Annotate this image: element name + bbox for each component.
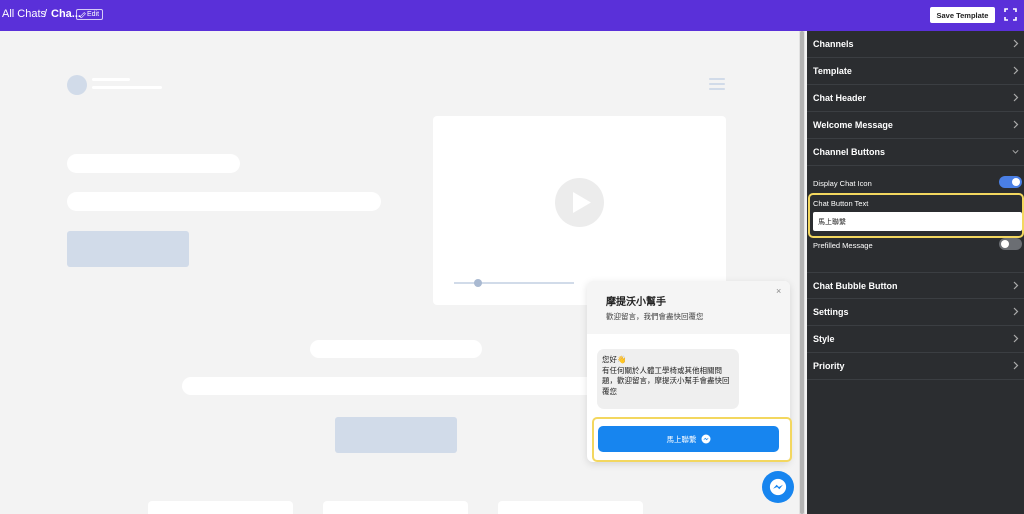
section-label: Channel Buttons [813,147,885,157]
progress-knob [474,279,482,287]
play-icon [555,178,604,227]
breadcrumb-separator: / [44,8,48,20]
hamburger-icon [709,78,725,91]
contact-now-label: 馬上聯繫 [666,434,697,444]
chevron-right-icon [1013,93,1019,102]
placeholder-card [148,501,293,514]
section-channel-buttons[interactable]: Channel Buttons [807,139,1024,166]
messenger-icon [769,478,787,496]
chevron-right-icon [1013,307,1019,316]
section-label: Channels [813,39,854,49]
toggle-knob [1012,178,1020,186]
top-bar: All Chats / Cha... Edit Save Template [0,0,1024,31]
section-label: Welcome Message [813,120,893,130]
section-welcome-message[interactable]: Welcome Message [807,112,1024,139]
display-chat-icon-toggle[interactable] [999,176,1022,188]
section-settings[interactable]: Settings [807,299,1024,326]
placeholder-text [67,192,381,211]
placeholder-logo [67,75,87,95]
chat-bubble-fab[interactable] [762,471,794,503]
chat-widget-header: 摩提沃小幫手 歡迎留言，我們會盡快回覆您 × [587,281,790,334]
placeholder-heading [67,154,240,173]
section-style[interactable]: Style [807,326,1024,353]
section-template[interactable]: Template [807,58,1024,85]
welcome-message-text: 有任何關於人體工學椅或其他相關問題，歡迎留言，摩提沃小幫手會盡快回覆您 [602,365,730,396]
preview-scrollbar[interactable] [799,31,805,514]
chevron-down-icon [1012,150,1019,154]
section-channels[interactable]: Channels [807,31,1024,58]
fullscreen-icon[interactable] [1004,8,1017,21]
placeholder-heading [310,340,482,358]
toggle-knob [1001,240,1009,248]
scrollbar-thumb[interactable] [800,31,804,514]
chat-button-text-label: Chat Button Text [813,199,869,208]
edit-icon [80,11,86,18]
placeholder-card [498,501,643,514]
chevron-right-icon [1013,361,1019,370]
section-label: Template [813,66,852,76]
breadcrumb-all-chats[interactable]: All Chats [2,8,46,20]
section-chat-bubble-button[interactable]: Chat Bubble Button [807,272,1024,299]
edit-label: Edit [87,11,100,18]
section-label: Priority [813,361,845,371]
section-label: Settings [813,307,849,317]
placeholder-button [335,417,457,453]
display-chat-icon-label: Display Chat Icon [813,179,872,188]
prefilled-message-toggle[interactable] [999,238,1022,250]
prefilled-message-label: Prefilled Message [813,241,873,250]
chevron-right-icon [1013,281,1019,290]
section-chat-header[interactable]: Chat Header [807,85,1024,112]
messenger-icon [701,434,710,444]
edit-name-button[interactable]: Edit [76,9,104,20]
section-priority[interactable]: Priority [807,353,1024,380]
chevron-right-icon [1013,334,1019,343]
save-template-button[interactable]: Save Template [930,7,995,23]
placeholder-card [323,501,468,514]
settings-panel: Channels Template Chat Header Welcome Me… [807,31,1024,514]
section-label: Chat Header [813,93,867,103]
placeholder-progress [454,279,574,287]
chat-widget-subtitle: 歡迎留言，我們會盡快回覆您 [606,312,704,321]
section-label: Chat Bubble Button [813,281,898,291]
chevron-right-icon [1013,66,1019,75]
section-label: Style [813,334,835,344]
welcome-greeting: 您好👋 [602,355,627,364]
placeholder-button [67,231,189,267]
chevron-right-icon [1013,120,1019,129]
chat-button-text-input[interactable] [813,212,1022,231]
placeholder-text [182,377,602,395]
chevron-right-icon [1013,39,1019,48]
chat-widget-title: 摩提沃小幫手 [606,297,666,308]
close-icon[interactable]: × [776,286,781,296]
placeholder-line [92,86,162,89]
contact-now-button[interactable]: 馬上聯繫 [598,426,779,452]
welcome-message-bubble: 您好👋 有任何關於人體工學椅或其他相關問題，歡迎留言，摩提沃小幫手會盡快回覆您 [597,349,739,409]
placeholder-line [92,78,130,81]
placeholder-video [433,116,726,305]
